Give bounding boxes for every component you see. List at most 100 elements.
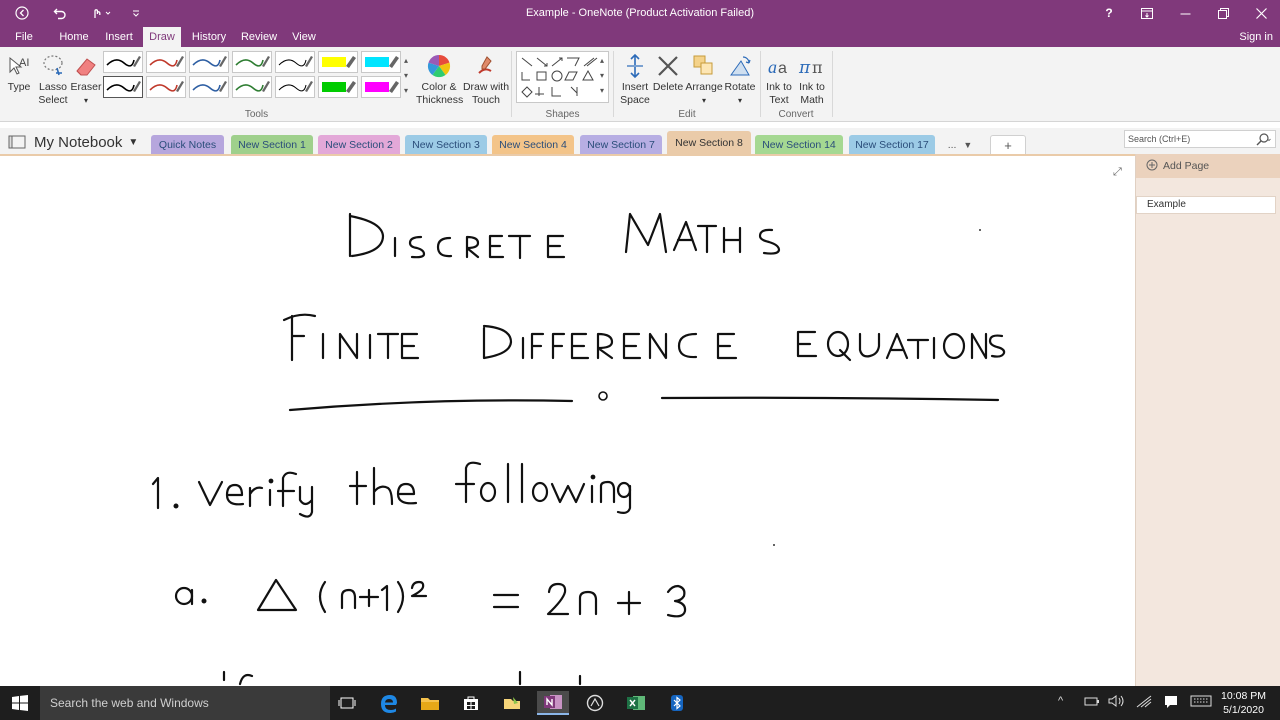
separator (613, 51, 614, 117)
arrange-icon (684, 51, 724, 81)
pen-swatch[interactable] (361, 51, 401, 73)
pen-swatch[interactable] (103, 51, 143, 73)
color-wheel-icon (416, 51, 462, 81)
tab-review[interactable]: Review (238, 27, 280, 47)
group-label-shapes: Shapes (545, 109, 580, 120)
notebook-picker[interactable]: My Notebook ▼ (8, 132, 138, 152)
restore-icon[interactable] (1208, 3, 1238, 23)
section-tab[interactable]: New Section 8 (667, 131, 751, 155)
sign-in-link[interactable]: Sign in (1239, 27, 1273, 47)
search-input[interactable]: Search (Ctrl+E) (1124, 130, 1276, 148)
pen-gallery-scroll-icon[interactable]: ▴ ▾ ▾ (404, 53, 408, 98)
insert-space-icon (618, 51, 652, 81)
pen-swatch[interactable] (232, 76, 272, 98)
shapes-gallery[interactable] (516, 51, 609, 103)
type-button[interactable]: AI Type (4, 51, 34, 94)
arrange-button[interactable]: Arrange ▾ (684, 51, 724, 107)
title-bar: Example - OneNote (Product Activation Fa… (0, 0, 1280, 27)
tab-history[interactable]: History (187, 27, 231, 47)
ribbon-display-options-icon[interactable] (1132, 3, 1162, 23)
pen-swatch[interactable] (275, 51, 315, 73)
pen-swatch[interactable] (146, 51, 186, 73)
page-item-example[interactable]: Example (1136, 196, 1276, 214)
section-tab[interactable]: New Section 14 (755, 135, 843, 155)
taskbar-search-input[interactable]: Search the web and Windows (40, 686, 330, 720)
draw-touch-icon (462, 51, 510, 81)
delete-button[interactable]: Delete (652, 51, 684, 94)
group-label-tools: Tools (244, 109, 269, 120)
draw-ribbon: AI Type Lasso Select Eraser ▾ ▴ ▾ ▾ Colo… (0, 47, 1280, 122)
tab-view[interactable]: View (287, 27, 321, 47)
draw-with-touch-button[interactable]: Draw with Touch (462, 51, 510, 107)
pen-swatch[interactable] (318, 51, 358, 73)
file-explorer-icon[interactable] (414, 691, 446, 715)
bluetooth-app-icon[interactable] (661, 691, 693, 715)
add-section-button[interactable]: + (990, 135, 1026, 155)
pen-swatch[interactable] (275, 76, 315, 98)
svg-text:π: π (812, 58, 823, 77)
task-view-icon[interactable] (331, 691, 363, 715)
ink-to-text-button[interactable]: aa Ink to Text (763, 51, 795, 107)
help-button[interactable]: ? (1094, 3, 1124, 23)
wifi-icon[interactable] (1136, 695, 1154, 712)
insert-space-button[interactable]: Insert Space (618, 51, 652, 107)
plus-icon: + (1004, 138, 1012, 153)
app-circle-icon[interactable] (579, 691, 611, 715)
pen-swatch[interactable] (146, 76, 186, 98)
ribbon-tab-bar: File Home Insert Draw History Review Vie… (0, 27, 1280, 47)
section-tab[interactable]: New Section 17 (849, 135, 935, 155)
color-thickness-button[interactable]: Color & Thickness (416, 51, 463, 107)
folder-app-icon[interactable] (496, 691, 528, 715)
page-canvas[interactable]: ⤢ (0, 156, 1135, 686)
eraser-button[interactable]: Eraser ▾ (70, 51, 102, 107)
plus-circle-icon (1146, 159, 1158, 174)
pen-swatch[interactable] (232, 51, 272, 73)
section-tab[interactable]: Quick Notes (151, 135, 224, 155)
rotate-button[interactable]: Rotate ▾ (724, 51, 756, 107)
lasso-select-button[interactable]: Lasso Select (36, 51, 70, 107)
store-icon[interactable] (455, 691, 487, 715)
volume-icon[interactable] (1108, 695, 1126, 710)
action-center-icon[interactable] (1164, 695, 1178, 712)
excel-icon[interactable] (620, 691, 652, 715)
ink-to-math-button[interactable]: ππ Ink to Math (796, 51, 828, 107)
pen-swatch[interactable] (189, 51, 229, 73)
notebook-icon (8, 135, 26, 149)
system-clock[interactable]: 10:08 PM 5/1/2020 (1221, 689, 1266, 717)
pen-swatch[interactable] (103, 76, 143, 98)
chevron-down-icon: ▼ (963, 140, 973, 150)
tab-draw[interactable]: Draw (143, 27, 181, 47)
onenote-window: Example - OneNote (Product Activation Fa… (0, 0, 1280, 720)
page-list-pane: Add Page Example (1135, 154, 1280, 686)
tab-insert[interactable]: Insert (100, 27, 138, 47)
section-tab[interactable]: New Section 1 (231, 135, 313, 155)
svg-text:a: a (778, 60, 787, 77)
edge-browser-icon[interactable] (373, 691, 405, 715)
section-overflow-button[interactable]: ... ▼ (945, 135, 975, 155)
show-hidden-icons-icon[interactable]: ^ (1058, 695, 1063, 707)
separator (760, 51, 761, 117)
section-tab[interactable]: New Section 3 (405, 135, 487, 155)
section-tab[interactable]: New Section 7 (580, 135, 662, 155)
section-tab[interactable]: New Section 4 (492, 135, 574, 155)
tab-file[interactable]: File (8, 27, 40, 47)
ink-to-math-icon: ππ (796, 51, 828, 81)
add-page-button[interactable]: Add Page (1136, 154, 1280, 178)
search-icon[interactable] (1255, 131, 1271, 152)
shapes-scroll-icon[interactable]: ▴ ▾ ▾ (600, 53, 604, 98)
tab-home[interactable]: Home (54, 27, 94, 47)
minimize-icon[interactable] (1170, 3, 1200, 23)
eraser-icon (70, 51, 102, 81)
pen-swatch[interactable] (361, 76, 401, 98)
rotate-icon (724, 51, 756, 81)
pen-swatch[interactable] (189, 76, 229, 98)
windows-start-icon[interactable] (4, 691, 36, 715)
lasso-icon (36, 51, 70, 81)
close-icon[interactable] (1246, 3, 1276, 23)
section-tab[interactable]: New Section 2 (318, 135, 400, 155)
keyboard-icon[interactable] (1190, 695, 1212, 710)
onenote-taskbar-icon[interactable] (537, 691, 569, 715)
battery-icon[interactable] (1084, 695, 1100, 710)
pen-swatch[interactable] (318, 76, 358, 98)
type-cursor-icon: AI (4, 51, 34, 81)
